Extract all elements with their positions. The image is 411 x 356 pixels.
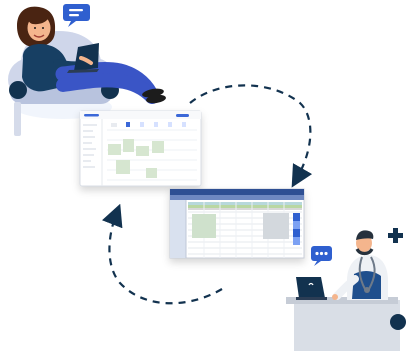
chat-message-icon <box>63 4 90 27</box>
doctor-app-window <box>169 188 305 259</box>
telehealth-illustration <box>0 0 411 351</box>
illustration-canvas <box>8 4 406 351</box>
typing-dots-icon <box>311 246 332 266</box>
patient-app-window <box>79 110 202 187</box>
medical-plus-icon <box>388 228 403 243</box>
sync-arrow-top <box>189 84 313 188</box>
